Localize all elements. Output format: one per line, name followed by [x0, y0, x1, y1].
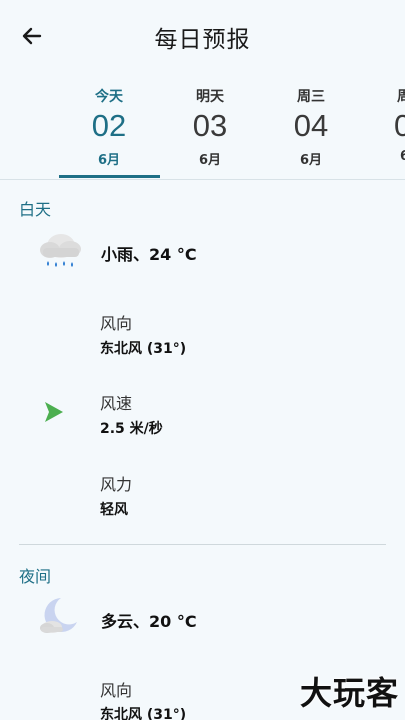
tab-day-month: 6月 — [97, 153, 121, 168]
tab-day-month: 6月 — [299, 153, 323, 168]
tab-day-date: 02 — [91, 108, 127, 143]
tab-day-partial[interactable]: 周 0 6 — [362, 80, 405, 178]
watermark-logo: 大玩客 — [299, 674, 399, 712]
daytime-wind-force-value: 轻风 — [100, 502, 128, 518]
selected-tab-indicator — [59, 175, 160, 178]
tab-day-date: 03 — [192, 108, 228, 143]
tab-day-month: 6月 — [198, 153, 222, 168]
day-tabs: 今天 02 6月 明天 03 6月 周三 04 6月 周 0 6 — [0, 80, 405, 180]
daily-forecast-screen: 每日预报 今天 02 6月 明天 03 6月 周三 04 6月 周 0 6 白天 — [0, 0, 405, 720]
page-title: 每日预报 — [154, 27, 251, 53]
tab-day-wednesday[interactable]: 周三 04 6月 — [261, 80, 361, 178]
tab-day-month: 6 — [400, 149, 405, 164]
daytime-condition: 小雨、24 °C — [101, 245, 197, 264]
daytime-wind-force-label: 风力 — [100, 475, 133, 494]
wind-direction-arrow-icon — [42, 400, 66, 424]
section-divider — [19, 544, 386, 545]
night-section-label: 夜间 — [19, 567, 52, 586]
moon-cloud-icon — [37, 594, 81, 638]
daytime-section-label: 白天 — [19, 200, 52, 219]
tab-day-tomorrow[interactable]: 明天 03 6月 — [160, 80, 260, 178]
tab-day-date: 0 — [394, 108, 405, 143]
night-condition: 多云、20 °C — [101, 612, 197, 631]
tab-day-today[interactable]: 今天 02 6月 — [59, 80, 159, 178]
tab-day-label: 明天 — [196, 89, 224, 105]
tab-day-date: 04 — [293, 108, 329, 143]
app-bar: 每日预报 — [0, 0, 405, 72]
daytime-wind-speed-value: 2.5 米/秒 — [100, 421, 163, 437]
daytime-wind-direction-label: 风向 — [100, 314, 133, 333]
tab-day-label: 周 — [397, 89, 405, 105]
tab-day-label: 今天 — [95, 89, 123, 105]
tabs-divider — [0, 179, 405, 180]
night-wind-direction-label: 风向 — [100, 681, 133, 700]
tab-day-label: 周三 — [297, 89, 325, 105]
daytime-wind-speed-label: 风速 — [100, 394, 133, 413]
cloud-rain-icon — [37, 226, 83, 272]
daytime-wind-direction-value: 东北风 (31°) — [100, 341, 187, 357]
night-wind-direction-value: 东北风 (31°) — [100, 707, 187, 720]
